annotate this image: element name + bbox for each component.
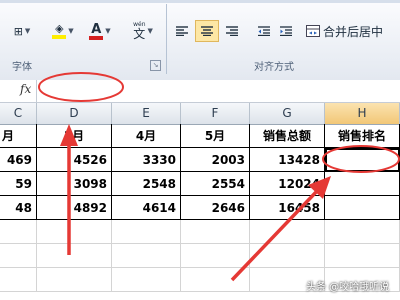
column-header-c[interactable]: C: [0, 103, 37, 124]
empty-cell[interactable]: [0, 268, 37, 292]
cell-header[interactable]: 4月: [112, 124, 181, 148]
border-icon: ⊞: [13, 24, 23, 38]
empty-cell[interactable]: [0, 244, 37, 268]
decrease-indent-button[interactable]: [254, 20, 274, 42]
empty-cell[interactable]: [325, 220, 400, 244]
font-color-swatch: [89, 35, 104, 40]
table-cell[interactable]: 2646: [181, 196, 250, 220]
fill-color-button[interactable]: ◈ ▼: [48, 20, 78, 42]
align-right-icon: [226, 26, 238, 36]
border-button[interactable]: ⊞ ▼: [6, 20, 38, 42]
phonetic-icon: wén 文: [133, 21, 145, 41]
merge-center-label: 合并后居中: [323, 24, 384, 39]
table-cell[interactable]: 2003: [181, 148, 250, 172]
table-cell[interactable]: 2548: [112, 172, 181, 196]
cell-header[interactable]: 月: [0, 124, 37, 148]
table-cell[interactable]: 3098: [37, 172, 112, 196]
column-header-row: C D E F G H: [0, 103, 400, 125]
formula-bar: fx: [0, 80, 400, 103]
sheet-grid: 月 3月 4月 5月 销售总额 销售排名 469 4526 3330 2003 …: [0, 124, 400, 300]
empty-cell[interactable]: [112, 220, 181, 244]
empty-cell[interactable]: [181, 244, 250, 268]
table-cell[interactable]: 469: [0, 148, 37, 172]
empty-cell[interactable]: [37, 244, 112, 268]
table-cell[interactable]: 4892: [37, 196, 112, 220]
cell-header[interactable]: 5月: [181, 124, 250, 148]
table-cell[interactable]: [325, 172, 400, 196]
fill-color-swatch: [52, 35, 67, 39]
font-color-icon: A: [89, 21, 104, 40]
insert-function-icon[interactable]: fx: [20, 82, 31, 96]
font-group-label: 字体: [12, 62, 32, 73]
empty-cell[interactable]: [250, 220, 325, 244]
formula-input[interactable]: [36, 80, 400, 102]
empty-cell[interactable]: [181, 220, 250, 244]
table-cell[interactable]: 16458: [250, 196, 325, 220]
column-header-g[interactable]: G: [250, 103, 325, 124]
table-cell[interactable]: [325, 196, 400, 220]
align-right-button[interactable]: [222, 20, 242, 42]
selected-cell[interactable]: [325, 148, 400, 172]
table-cell[interactable]: 2554: [181, 172, 250, 196]
column-header-d[interactable]: D: [37, 103, 112, 124]
column-header-f[interactable]: F: [181, 103, 250, 124]
increase-indent-icon: [280, 26, 292, 36]
align-left-button[interactable]: [172, 20, 192, 42]
ribbon-top-strip: [0, 0, 400, 3]
table-cell[interactable]: 59: [0, 172, 37, 196]
chevron-down-icon: ▼: [68, 27, 74, 35]
table-cell[interactable]: 4526: [37, 148, 112, 172]
fill-color-icon: ◈: [52, 22, 67, 39]
chevron-down-icon: ▼: [147, 27, 153, 35]
empty-cell[interactable]: [112, 268, 181, 292]
align-left-icon: [176, 26, 188, 36]
group-separator: [166, 4, 167, 74]
ribbon: ⊞ ▼ ◈ ▼ A ▼ wén 文 ▼ 合并后居中 字体 ↘ 对齐方式: [0, 0, 400, 81]
cell-header[interactable]: 销售排名: [325, 124, 400, 148]
empty-cell[interactable]: [325, 244, 400, 268]
empty-cell[interactable]: [112, 244, 181, 268]
cell-header[interactable]: 3月: [37, 124, 112, 148]
column-header-h[interactable]: H: [325, 103, 400, 124]
table-cell[interactable]: 13428: [250, 148, 325, 172]
table-cell[interactable]: 3330: [112, 148, 181, 172]
empty-cell[interactable]: [0, 220, 37, 244]
table-cell[interactable]: 4614: [112, 196, 181, 220]
paint-bucket-icon: ◈: [55, 22, 64, 35]
empty-cell[interactable]: [250, 244, 325, 268]
empty-cell[interactable]: [37, 268, 112, 292]
merge-center-button[interactable]: 合并后居中: [306, 20, 400, 42]
increase-indent-button[interactable]: [276, 20, 296, 42]
alignment-group-label: 对齐方式: [254, 62, 294, 73]
phonetic-guide-button[interactable]: wén 文 ▼: [126, 20, 160, 42]
font-dialog-launcher-icon[interactable]: ↘: [150, 60, 161, 71]
align-center-button[interactable]: [195, 20, 219, 42]
column-header-e[interactable]: E: [112, 103, 181, 124]
decrease-indent-icon: [258, 26, 270, 36]
watermark: 头条 @咬哈哦听说: [306, 282, 390, 293]
cell-header[interactable]: 销售总额: [250, 124, 325, 148]
table-cell[interactable]: 12024: [250, 172, 325, 196]
empty-cell[interactable]: [37, 220, 112, 244]
table-cell[interactable]: 48: [0, 196, 37, 220]
merge-cells-icon: [306, 25, 320, 37]
font-color-button[interactable]: A ▼: [84, 20, 116, 42]
chevron-down-icon: ▼: [24, 27, 31, 35]
font-color-letter: A: [91, 21, 102, 37]
empty-cell[interactable]: [181, 268, 250, 292]
align-center-icon: [201, 26, 213, 36]
phonetic-char: 文: [133, 27, 146, 41]
chevron-down-icon: ▼: [105, 27, 111, 35]
